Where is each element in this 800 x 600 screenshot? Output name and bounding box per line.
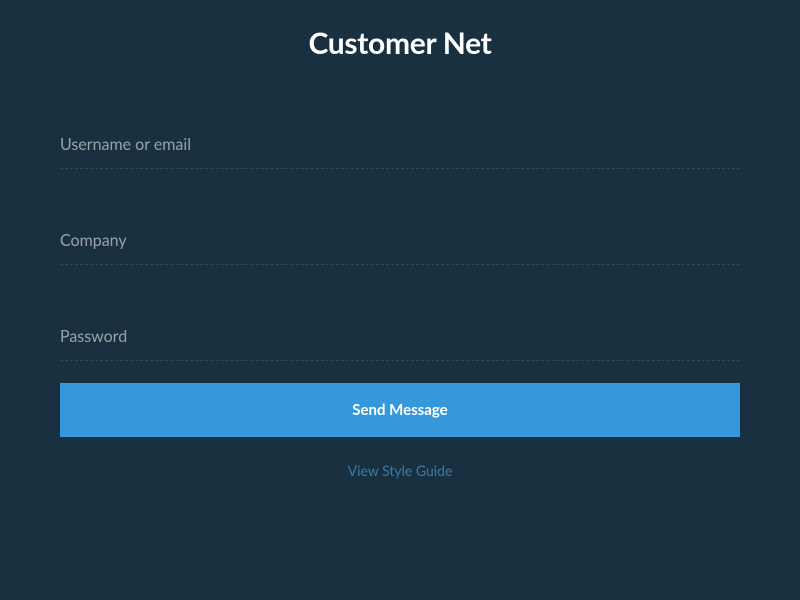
login-form: Send Message: [60, 131, 740, 437]
form-group-username: [60, 131, 740, 169]
password-input[interactable]: [60, 323, 740, 361]
form-group-company: [60, 227, 740, 265]
footer: View Style Guide: [60, 461, 740, 480]
login-container: Customer Net Send Message View Style Gui…: [0, 0, 800, 480]
send-message-button[interactable]: Send Message: [60, 383, 740, 437]
company-input[interactable]: [60, 227, 740, 265]
form-group-password: [60, 323, 740, 361]
style-guide-link[interactable]: View Style Guide: [348, 462, 453, 479]
username-input[interactable]: [60, 131, 740, 169]
page-title: Customer Net: [60, 25, 740, 61]
